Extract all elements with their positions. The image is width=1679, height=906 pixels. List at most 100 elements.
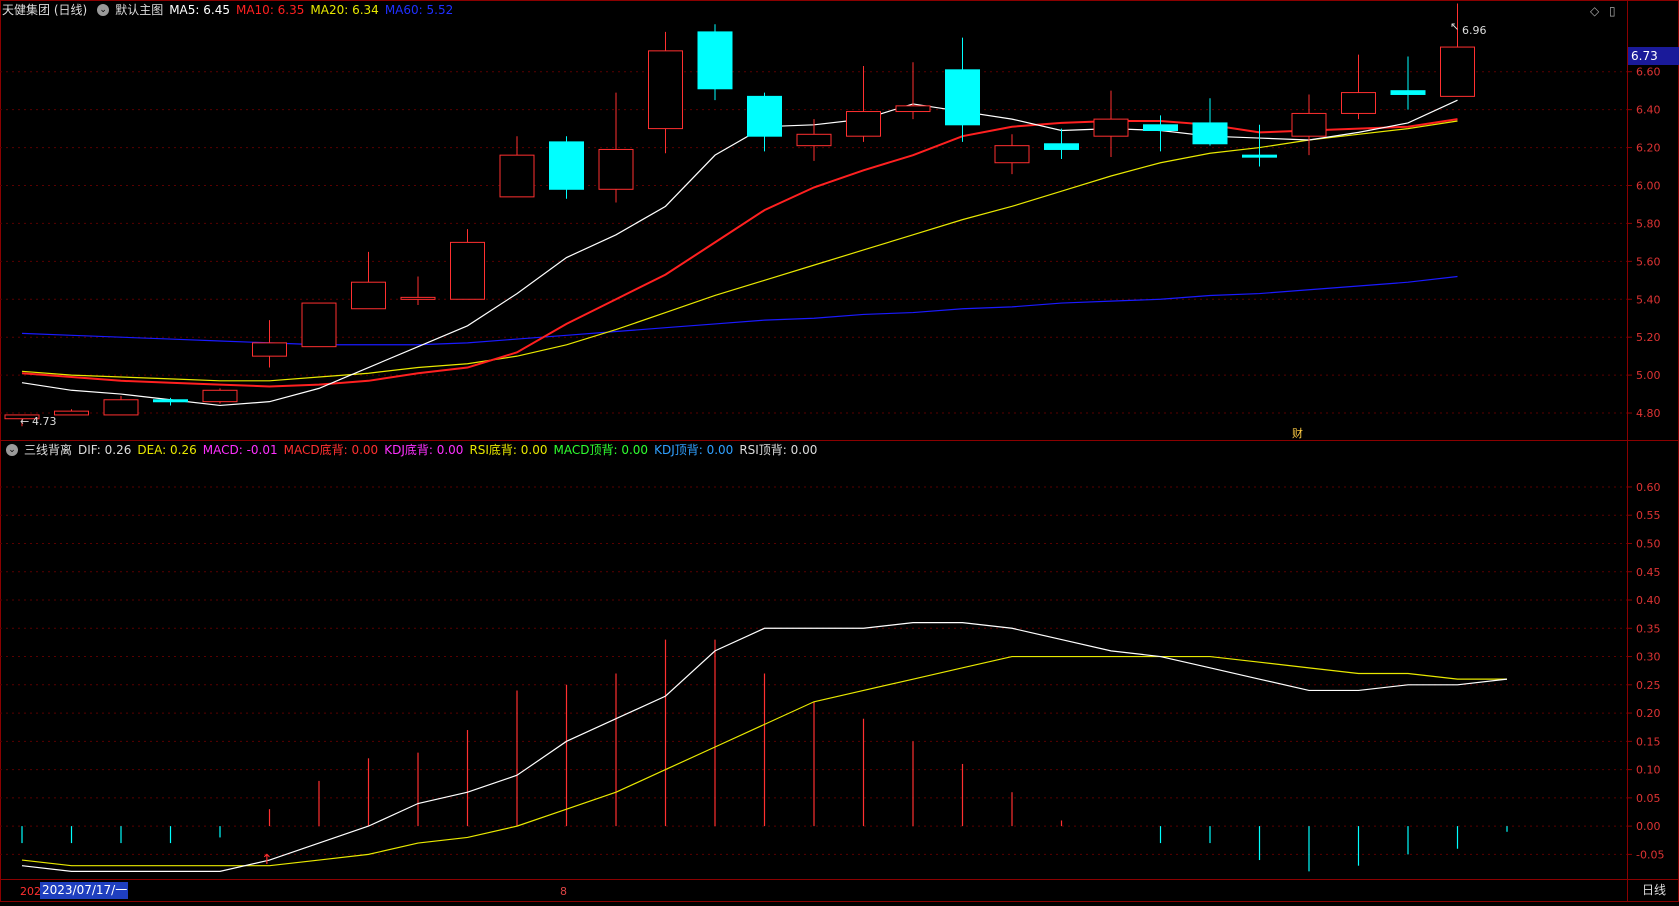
macd-axis-label: 0.20 [1636, 707, 1661, 720]
diamond-icon[interactable]: ◇ [1590, 4, 1600, 18]
macd-histogram [21, 639, 1508, 872]
candle [747, 92, 782, 152]
ma10-value: MA10: 6.35 [235, 3, 305, 17]
candle-body [747, 95, 782, 137]
price-axis-label: 5.80 [1636, 217, 1661, 230]
finance-marker[interactable]: 财 [1292, 426, 1303, 440]
candle-body [549, 141, 584, 190]
price-axis-label: 4.80 [1636, 407, 1661, 420]
macd-axis-label: 0.15 [1636, 735, 1661, 748]
candle [648, 31, 683, 154]
price-axis-label: 5.20 [1636, 331, 1661, 344]
macd-top-value: MACD顶背: 0.00 [553, 443, 649, 457]
candle [301, 302, 337, 348]
macd-axis-label: 0.50 [1636, 537, 1661, 550]
rsi-bottom-value: RSI底背: 0.00 [469, 443, 548, 457]
candle [54, 409, 89, 416]
candle [895, 62, 931, 120]
main-panel-header: 天健集团 (日线) ⌄ 默认主图 MA5: 6.45 MA10: 6.35 MA… [2, 0, 459, 20]
price-axis-label: 6.40 [1636, 104, 1661, 117]
macd-axis-label: 0.30 [1636, 651, 1661, 664]
candle-body [945, 69, 980, 126]
ma5-line [21, 99, 1458, 407]
low-arrow-icon: ← [20, 415, 29, 428]
ma60-value: MA60: 5.52 [384, 3, 454, 17]
price-axis-label: 5.60 [1636, 255, 1661, 268]
candle-body [153, 399, 188, 403]
current-price-tag: 6.73 [1628, 47, 1679, 65]
kdj-bottom-value: KDJ底背: 0.00 [384, 443, 464, 457]
candle [351, 251, 386, 310]
candle [1192, 98, 1228, 146]
candle [598, 92, 634, 203]
price-axis-label: 5.00 [1636, 369, 1661, 382]
price-axis-label: 6.20 [1636, 142, 1661, 155]
candle-body [994, 145, 1030, 164]
high-price-label: 6.96 [1462, 24, 1487, 37]
date-cursor[interactable]: 2023/07/17/一 [40, 882, 128, 899]
candle [1341, 54, 1376, 120]
macd-axis-label: 0.10 [1636, 764, 1661, 777]
stock-name[interactable]: 天健集团 (日线) [2, 0, 87, 20]
candle-body [1192, 122, 1228, 145]
buy-signal-arrow-icon: ↑ [261, 852, 273, 868]
macd-axis-label: 0.55 [1636, 509, 1661, 522]
candle [846, 66, 881, 142]
candle-body [400, 296, 436, 300]
price-axis-label: 6.60 [1636, 66, 1661, 79]
candle [697, 24, 733, 101]
candle-body [1093, 118, 1129, 137]
candle-body [1291, 112, 1327, 137]
candle [103, 395, 139, 416]
candle [1044, 128, 1079, 159]
month-marker: 8 [560, 885, 567, 898]
ma20-value: MA20: 6.34 [310, 3, 379, 17]
rsi-top-value: RSI顶背: 0.00 [739, 443, 818, 457]
candle-body [598, 148, 634, 190]
candle [945, 37, 980, 142]
candle [252, 320, 287, 368]
macd-axis-label: 0.40 [1636, 594, 1661, 607]
high-arrow-icon: ↖ [1450, 20, 1459, 33]
template-dropdown-icon[interactable]: ⌄ [97, 4, 110, 16]
ma10-line [21, 118, 1458, 388]
candle-body [1440, 46, 1475, 97]
ma5-value: MA5: 6.45 [169, 3, 230, 17]
candle [400, 276, 436, 305]
candle-body [1044, 143, 1079, 150]
macd-axis-label: 0.05 [1636, 792, 1661, 805]
macd-axis-label: 0.00 [1636, 820, 1661, 833]
template-name[interactable]: 默认主图 [115, 0, 163, 20]
candle [153, 397, 188, 406]
window-toggle-icon[interactable]: ▯ [1609, 4, 1616, 18]
candle [499, 136, 535, 198]
dea-value: DEA: 0.26 [137, 443, 197, 457]
price-axis-label: 5.40 [1636, 293, 1661, 306]
candle-body [846, 111, 881, 137]
period-button[interactable]: 日线 [1632, 881, 1676, 900]
candle [994, 134, 1030, 175]
candle-body [648, 50, 683, 130]
ma60-line [21, 275, 1458, 346]
stock-chart-window: 6.60 6.40 6.20 6.00 5.80 5.60 5.40 5.20 5.00 4.80… [0, 0, 1679, 902]
candle-body [351, 281, 386, 310]
candle [450, 229, 485, 300]
candle [549, 136, 584, 199]
macd-bottom-value: MACD底背: 0.00 [283, 443, 379, 457]
candle-body [1242, 154, 1277, 158]
candle-body [54, 410, 89, 416]
candle-body [202, 389, 238, 403]
candle-body [301, 302, 337, 348]
candle-body [252, 342, 287, 357]
candle [1440, 3, 1475, 97]
candle-body [895, 105, 931, 113]
axis-labels: 6.60 6.40 6.20 6.00 5.80 5.60 5.40 5.20 5.00 4.80… [1627, 66, 1664, 861]
moving-average-lines [21, 99, 1458, 407]
year-prefix: 202 [20, 885, 41, 898]
candle-body [1143, 124, 1178, 131]
indicator-dropdown-icon[interactable]: ⌄ [6, 444, 18, 456]
candle-body [697, 31, 733, 90]
indicator-name[interactable]: 三线背离 [24, 440, 72, 460]
indicator-panel-header: ⌄ 三线背离 DIF: 0.26 DEA: 0.26 MACD: -0.01 M… [2, 440, 823, 460]
candle-body [450, 241, 485, 300]
